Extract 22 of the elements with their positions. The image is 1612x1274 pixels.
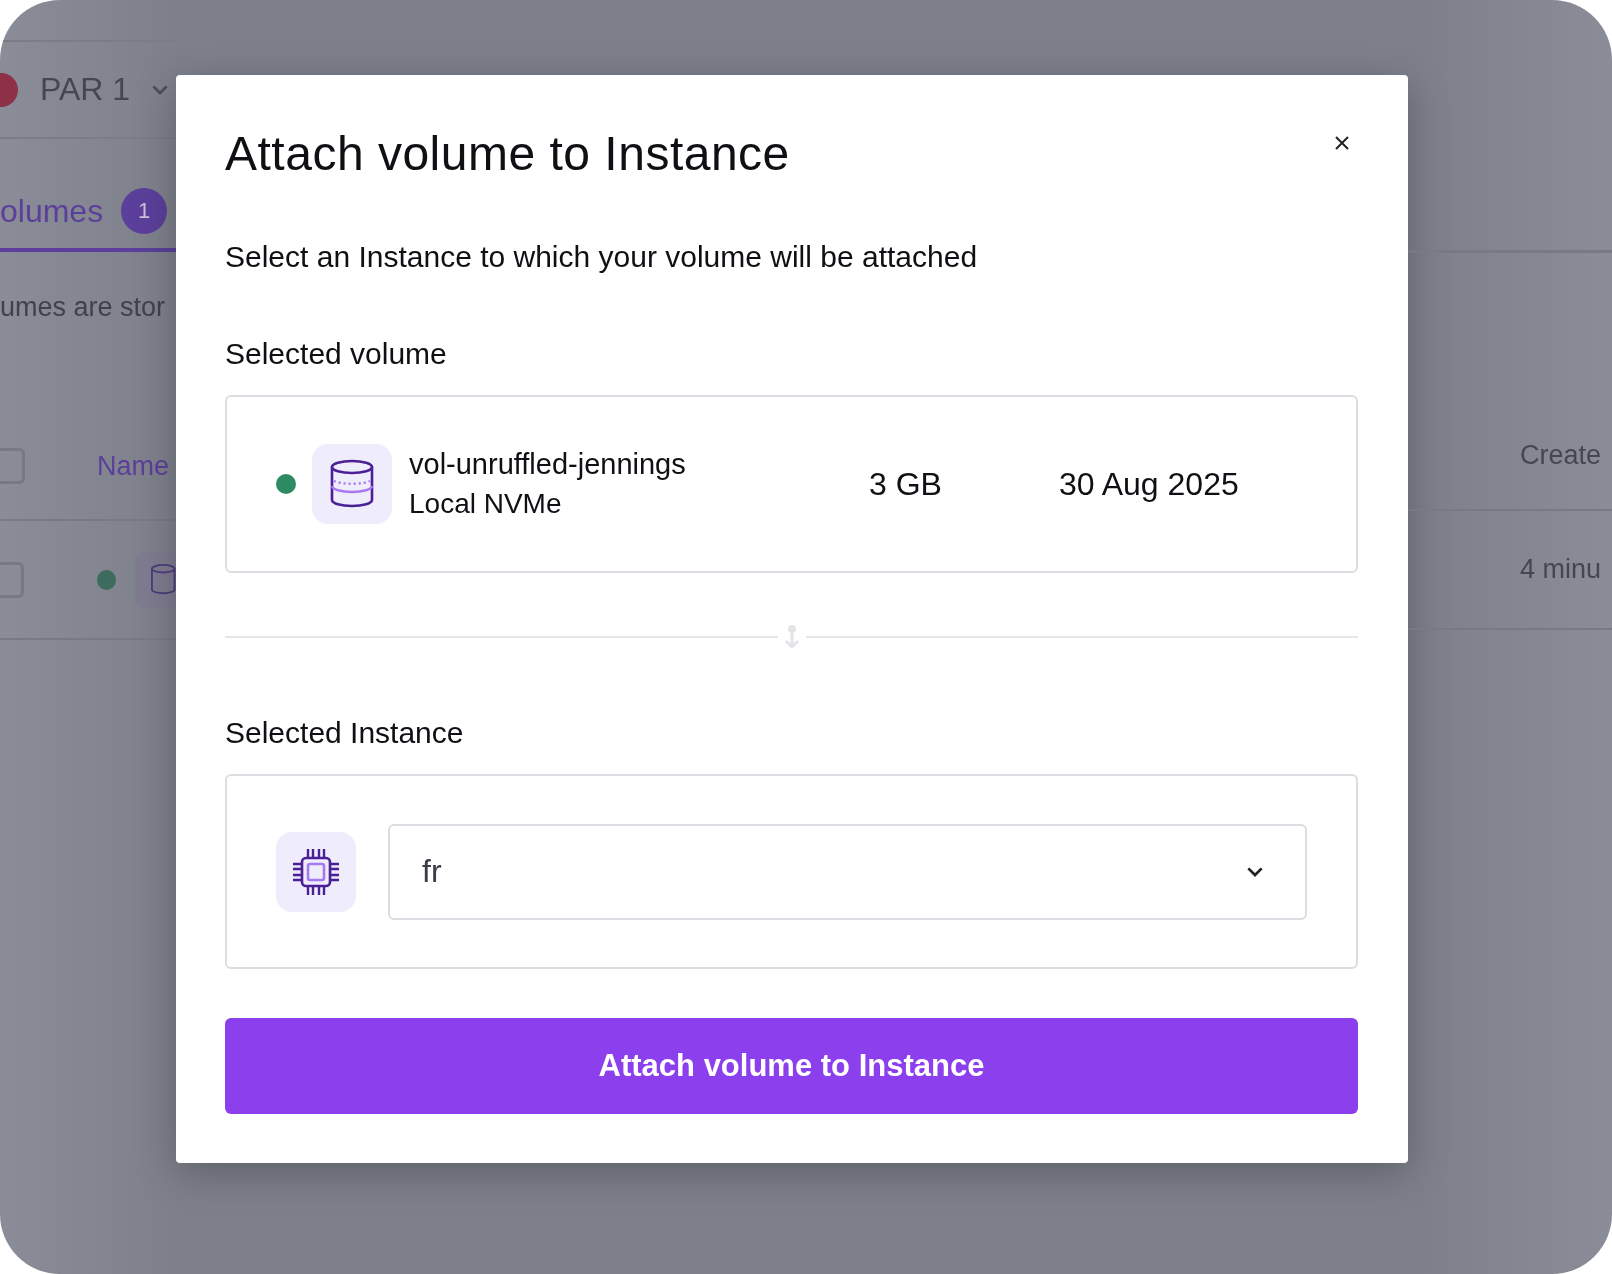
- volume-type: Local NVMe: [409, 487, 563, 521]
- volume-size: 3 GB: [869, 465, 943, 503]
- flag-icon: [0, 72, 18, 107]
- section-heading: Selected volume: [225, 336, 448, 372]
- region-selector[interactable]: PAR 1: [40, 71, 169, 108]
- count-badge: 1: [121, 188, 168, 234]
- attach-button[interactable]: Attach volume to Instance: [225, 1018, 1358, 1114]
- cylinder-icon: [134, 549, 176, 610]
- chevron-down-icon: [152, 84, 169, 95]
- cylinder-icon: [312, 444, 392, 524]
- description-text: umes are stor: [0, 292, 167, 323]
- volume-name: vol-unruffled-jennings: [409, 447, 687, 482]
- instance-select[interactable]: fr: [388, 823, 1307, 920]
- table-cell: 4 minu: [1520, 554, 1602, 585]
- column-header[interactable]: Create: [1520, 440, 1602, 509]
- dialog-description: Select an Instance to which your volume will be attached: [225, 239, 979, 275]
- dialog-title: Attach volume to Instance: [225, 126, 790, 182]
- chevron-down-icon: [1247, 866, 1263, 877]
- chip-icon: [276, 831, 356, 912]
- volume-date: 30 Aug 2025: [1059, 465, 1239, 503]
- section-heading: Selected Instance: [225, 715, 465, 751]
- close-icon: [1334, 135, 1350, 151]
